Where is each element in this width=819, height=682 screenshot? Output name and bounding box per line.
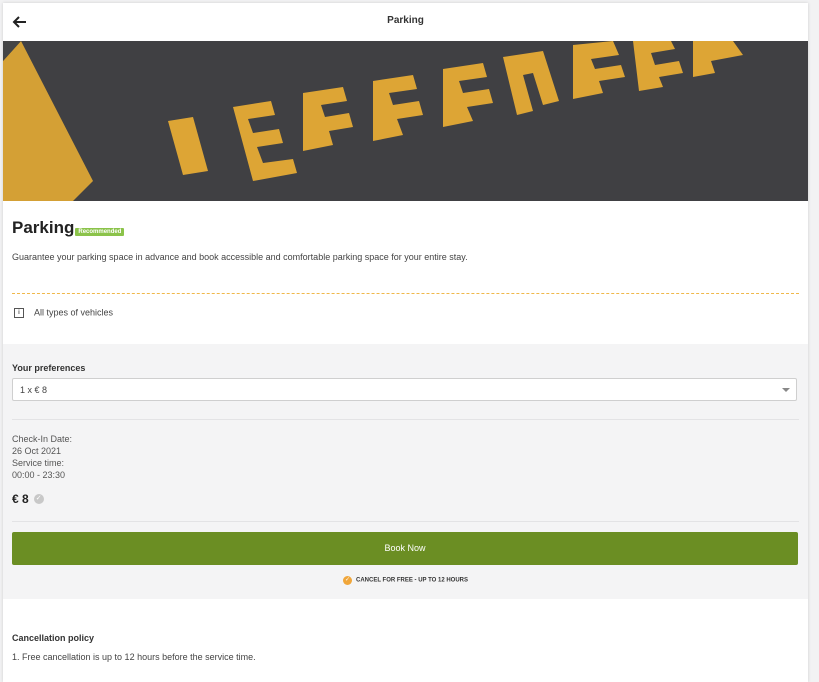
dashed-divider [12,293,799,294]
top-bar: Parking [3,3,808,41]
preferences-panel: Your preferences 1 x € 8 Check-In Date: … [3,344,808,599]
service-time-value: 00:00 - 23:30 [12,470,66,480]
checkin-label: Check-In Date: [12,434,73,444]
vehicle-info-text: All types of vehicles [34,307,114,318]
policy-title: Cancellation policy [12,633,95,643]
check-circle-icon: ✓ [33,493,44,504]
price-row: € 8 ✓ [12,490,44,508]
select-value: 1 x € 8 [20,385,48,395]
policy-item: 1. Free cancellation is up to 12 hours b… [12,652,256,662]
vehicle-info: i All types of vehicles [14,307,113,318]
page-frame: Parking Parking Recommended Guarantee yo… [3,3,808,682]
quantity-select[interactable]: 1 x € 8 [12,378,797,401]
hero-image [3,41,808,201]
cancellation-policy: Cancellation policy 1. Free cancellation… [3,599,808,682]
service-title: Parking [12,218,75,237]
book-now-label: Book Now [384,543,426,553]
divider [12,419,799,420]
service-time-label: Service time: [12,458,65,468]
booking-details: Check-In Date: 26 Oct 2021 Service time:… [12,433,72,481]
chevron-down-icon [782,388,790,392]
info-icon: i [14,307,24,318]
service-summary: Parking Recommended Guarantee your parkin… [3,201,808,344]
service-description: Guarantee your parking space in advance … [12,252,468,262]
price: € 8 [12,491,29,506]
checkin-value: 26 Oct 2021 [12,446,62,456]
title-row: Parking Recommended [12,218,125,238]
recommended-badge: Recommended [75,228,125,236]
check-circle-icon: ✓ [342,576,352,585]
book-now-button[interactable]: Book Now [12,532,798,565]
free-cancellation-note: ✓ CANCEL FOR FREE - UP TO 12 HOURS [3,576,808,585]
page-title: Parking [387,15,424,26]
preferences-label: Your preferences [12,363,86,373]
free-cancellation-text: CANCEL FOR FREE - UP TO 12 HOURS [355,577,469,584]
divider [12,521,799,522]
